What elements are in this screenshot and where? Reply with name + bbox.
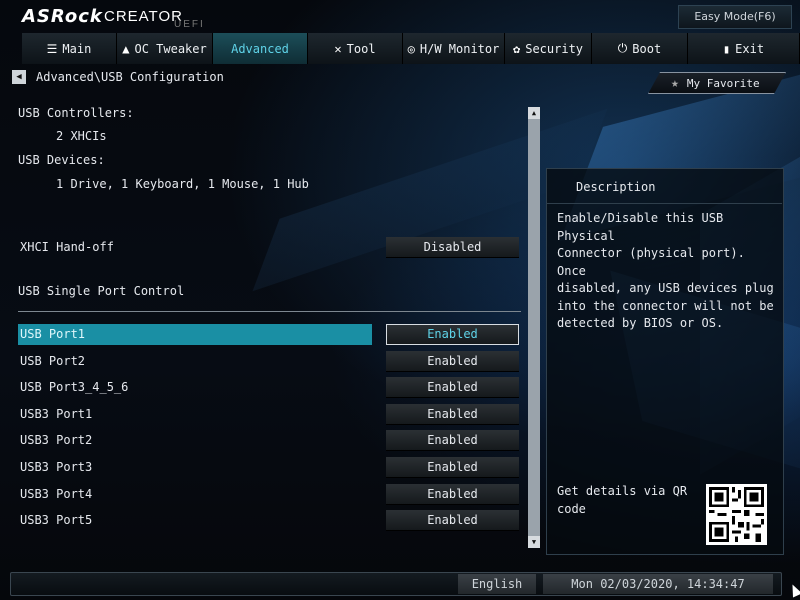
usb3-port4-value[interactable]: Enabled [386, 484, 519, 505]
usb3-port1-value[interactable]: Enabled [386, 404, 519, 425]
exit-icon: ▮ [722, 41, 731, 56]
usb3-port3-value[interactable]: Enabled [386, 457, 519, 478]
usb-port2-value[interactable]: Enabled [386, 351, 519, 372]
scroll-up-icon[interactable]: ▲ [528, 107, 540, 119]
tab-security[interactable]: ✿ Security [505, 33, 592, 64]
usb-controllers-value: 2 XHCIs [56, 129, 107, 143]
usb3-port2-value[interactable]: Enabled [386, 430, 519, 451]
usb3-port1-label[interactable]: USB3 Port1 [20, 407, 92, 421]
usb3-port3-label[interactable]: USB3 Port3 [20, 460, 92, 474]
usb-port1-label[interactable]: USB Port1 [20, 327, 85, 341]
usb-controllers-label: USB Controllers: [18, 106, 134, 120]
asrock-logo: ASRock [22, 6, 103, 27]
description-divider [546, 203, 782, 204]
breadcrumb-text: Advanced\USB Configuration [36, 70, 224, 84]
description-text: Enable/Disable this USB Physical Connect… [557, 211, 774, 330]
usb-port3456-value[interactable]: Enabled [386, 377, 519, 398]
description-title: Description [576, 180, 656, 194]
easy-mode-button[interactable]: Easy Mode(F6) [678, 5, 792, 29]
usb-devices-value: 1 Drive, 1 Keyboard, 1 Mouse, 1 Hub [56, 177, 309, 191]
xhci-handoff-value[interactable]: Disabled [386, 237, 519, 258]
xhci-handoff-label[interactable]: XHCI Hand-off [20, 240, 114, 254]
usb-port1-value[interactable]: Enabled [386, 324, 519, 345]
breadcrumb: ◀ Advanced\USB Configuration [12, 70, 224, 84]
datetime-display: Mon 02/03/2020, 14:34:47 [543, 574, 773, 594]
divider [18, 311, 521, 312]
my-favorite-button[interactable]: ★ My Favorite [648, 72, 786, 94]
tab-exit[interactable]: ▮ Exit [688, 33, 800, 64]
tools-icon: ✕ [334, 41, 342, 56]
tab-oc-tweaker[interactable]: ▲ OC Tweaker [117, 33, 213, 64]
section-heading: USB Single Port Control [18, 284, 185, 298]
uefi-label: UEFI [174, 19, 205, 30]
tab-tool[interactable]: ✕ Tool [308, 33, 403, 64]
rocket-icon: ▲ [122, 41, 130, 56]
shield-icon: ✿ [512, 41, 521, 56]
scroll-down-icon[interactable]: ▼ [528, 536, 540, 548]
scrollbar[interactable]: ▲ ▼ [528, 107, 540, 548]
language-button[interactable]: English [458, 574, 536, 594]
qr-caption: Get details via QR code [557, 484, 688, 516]
list-icon: ☰ [46, 41, 58, 56]
tab-hw-monitor[interactable]: ◎ H/W Monitor [403, 33, 505, 64]
tab-main[interactable]: ☰ Main [22, 33, 117, 64]
product-name: CREATOR [104, 8, 183, 25]
usb3-port5-value[interactable]: Enabled [386, 510, 519, 531]
qr-code-icon [706, 484, 767, 545]
usb-port2-label[interactable]: USB Port2 [20, 354, 85, 368]
usb3-port5-label[interactable]: USB3 Port5 [20, 513, 92, 527]
back-arrow-icon[interactable]: ◀ [12, 70, 26, 84]
tab-boot[interactable]: ⏻ Boot [592, 33, 688, 64]
usb-devices-label: USB Devices: [18, 153, 105, 167]
main-tabs: ☰ Main ▲ OC Tweaker Advanced ✕ Tool ◎ H/W Mo… [22, 33, 800, 64]
monitor-icon: ◎ [407, 41, 415, 56]
usb3-port2-label[interactable]: USB3 Port2 [20, 433, 92, 447]
star-icon: ★ [671, 75, 679, 91]
usb3-port4-label[interactable]: USB3 Port4 [20, 487, 92, 501]
power-icon: ⏻ [617, 41, 628, 55]
usb-port3456-label[interactable]: USB Port3_4_5_6 [20, 380, 128, 394]
tab-advanced[interactable]: Advanced [213, 33, 308, 64]
